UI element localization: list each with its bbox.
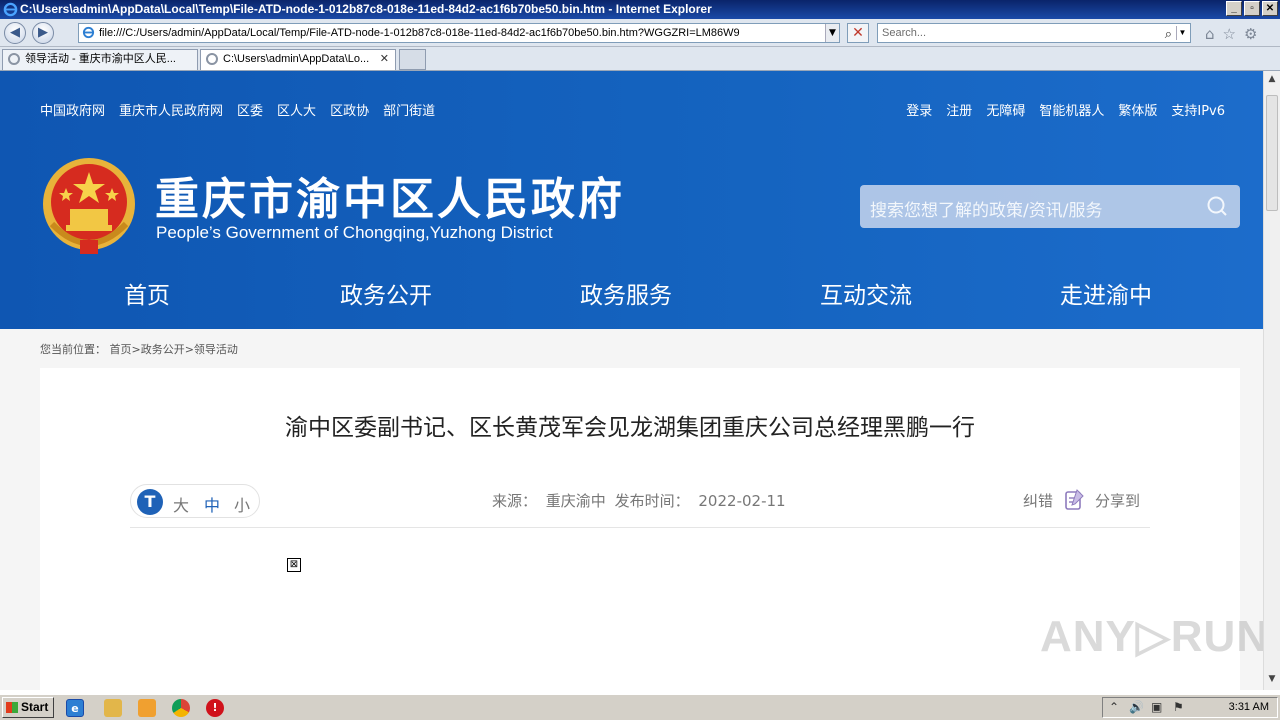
action-center-icon[interactable]: ⚑ [1173,698,1184,717]
font-small-button[interactable]: 小 [234,492,250,516]
source-label: 来源： [492,492,538,510]
stop-button[interactable]: ✕ [847,23,869,43]
breadcrumb: 您当前位置： 首页>政务公开>领导活动 [40,341,238,357]
nav-home[interactable]: 首页 [124,276,170,310]
network-icon[interactable]: ▣ [1151,698,1162,717]
nav-interaction[interactable]: 互动交流 [820,276,912,310]
windows-flag-icon [6,702,18,713]
nav-gov-services[interactable]: 政务服务 [580,276,672,310]
source-value: 重庆渝中 [545,492,606,510]
ie-logo-icon [3,2,18,17]
minimize-button[interactable]: _ [1226,1,1242,16]
accessibility-link[interactable]: 无障碍 [986,100,1025,119]
ipv6-link[interactable]: 支持IPv6 [1171,100,1225,119]
forward-button[interactable]: ▶ [32,22,54,44]
national-emblem-logo [43,158,135,254]
tab-label: 领导活动 - 重庆市渝中区人民... [25,53,176,65]
main-nav: 首页 政务公开 政务服务 互动交流 走进渝中 [0,276,1263,326]
loading-icon [8,53,20,65]
article-meta: 来源： 重庆渝中 发布时间： 2022-02-11 [492,490,790,511]
font-medium-button[interactable]: 中 [204,492,220,516]
address-input[interactable]: file:///C:/Users/admin/AppData/Local/Tem… [78,23,840,43]
scroll-down-icon[interactable]: ▼ [1264,671,1280,688]
robot-link[interactable]: 智能机器人 [1039,100,1104,119]
share-link[interactable]: 分享到 [1095,490,1140,511]
ie-taskbar-icon[interactable]: e [66,699,84,717]
home-icon[interactable]: ⌂ [1205,25,1215,43]
link-district-npc[interactable]: 区人大 [277,100,316,119]
clock[interactable]: 3:31 AM [1229,698,1269,717]
window-titlebar: C:\Users\admin\AppData\Local\Temp\File-A… [0,0,1280,19]
search-icon[interactable]: ⌕ [1165,25,1172,43]
tab-label: C:\Users\admin\AppData\Lo... [223,53,370,65]
alert-taskbar-icon[interactable]: ! [206,699,224,717]
broken-image-icon: ⊠ [287,558,301,572]
article-tools: 纠错 分享到 [1023,488,1140,512]
address-dropdown-button[interactable]: ▼ [825,24,839,42]
register-link[interactable]: 注册 [946,100,972,119]
search-dropdown-button[interactable]: ▼ [1176,26,1188,40]
new-tab-button[interactable] [399,49,426,70]
article-title: 渝中区委副书记、区长黄茂军会见龙湖集团重庆公司总经理黑鹏一行 [285,415,975,441]
scroll-up-icon[interactable]: ▲ [1264,71,1280,88]
start-button[interactable]: Start [2,697,54,718]
address-url: file:///C:/Users/admin/AppData/Local/Tem… [99,27,740,39]
top-links-right: 登录 注册 无障碍 智能机器人 繁体版 支持IPv6 [906,100,1225,119]
nav-gov-affairs[interactable]: 政务公开 [340,276,432,310]
traditional-link[interactable]: 繁体版 [1118,100,1157,119]
tools-icon[interactable]: ⚙ [1244,25,1257,43]
window-title: C:\Users\admin\AppData\Local\Temp\File-A… [20,2,712,16]
system-tray: ⌃ 🔊 ▣ ⚑ 3:31 AM [1102,697,1278,718]
link-district-committee[interactable]: 区委 [237,100,263,119]
browser-search-placeholder: Search... [882,27,927,39]
link-district-cppcc[interactable]: 区政协 [330,100,369,119]
tab-bar: 领导活动 - 重庆市渝中区人民... C:\Users\admin\AppDat… [0,47,1280,71]
top-links-left: 中国政府网 重庆市人民政府网 区委 区人大 区政协 部门街道 [40,100,435,119]
page-viewport: 中国政府网 重庆市人民政府网 区委 区人大 区政协 部门街道 登录 注册 无障碍… [0,71,1263,690]
scroll-thumb[interactable] [1266,95,1278,211]
explorer-taskbar-icon[interactable] [104,699,122,717]
correction-link[interactable]: 纠错 [1023,490,1053,511]
font-size-switcher: T 大 中 小 [130,484,260,518]
site-subtitle: People’s Government of Chongqing,Yuzhong… [156,223,553,242]
font-large-button[interactable]: 大 [173,492,189,516]
start-label: Start [21,700,49,714]
breadcrumb-path[interactable]: 首页>政务公开>领导活动 [110,343,238,356]
site-header: 中国政府网 重庆市人民政府网 区委 区人大 区政协 部门街道 登录 注册 无障碍… [0,71,1263,329]
nav-about-yuzhong[interactable]: 走进渝中 [1060,276,1152,310]
tab-local-file[interactable]: C:\Users\admin\AppData\Lo... ✕ [200,49,396,70]
site-search-input[interactable]: 搜索您想了解的政策/资讯/服务 [860,185,1240,228]
close-button[interactable]: ✕ [1262,1,1278,16]
back-button[interactable]: ◀ [4,22,26,44]
font-size-icon: T [137,489,163,515]
tab-leader-activities[interactable]: 领导活动 - 重庆市渝中区人民... [2,49,198,70]
link-departments[interactable]: 部门街道 [383,100,435,119]
article-toolbar: T 大 中 小 来源： 重庆渝中 发布时间： 2022-02-11 纠错 分享到 [130,480,1150,528]
taskbar: Start e ! ⌃ 🔊 ▣ ⚑ 3:31 AM [0,694,1280,720]
vertical-scrollbar[interactable]: ▲ ▼ [1263,71,1280,690]
breadcrumb-prefix: 您当前位置： [40,343,106,356]
login-link[interactable]: 登录 [906,100,932,119]
address-toolbar: ◀ ▶ file:///C:/Users/admin/AppData/Local… [0,19,1280,47]
anyrun-watermark: ANY▷RUN [1040,612,1263,661]
time-label: 发布时间： [614,492,690,510]
page-icon [82,26,95,39]
site-title: 重庆市渝中区人民政府 [155,174,625,225]
search-icon[interactable] [1206,195,1228,217]
share-icon[interactable] [1063,488,1085,512]
link-chongqing-gov[interactable]: 重庆市人民政府网 [119,100,223,119]
volume-icon[interactable]: 🔊 [1129,698,1144,717]
link-china-gov[interactable]: 中国政府网 [40,100,105,119]
publish-date: 2022-02-11 [698,492,786,510]
site-search-placeholder: 搜索您想了解的政策/资讯/服务 [870,201,1103,221]
chrome-taskbar-icon[interactable] [172,699,190,717]
media-player-taskbar-icon[interactable] [138,699,156,717]
tray-expand-icon[interactable]: ⌃ [1109,698,1119,717]
tab-close-icon[interactable]: ✕ [380,50,389,69]
loading-icon [206,53,218,65]
maximize-button[interactable]: ▫ [1244,1,1260,16]
browser-search-input[interactable]: Search... ⌕ ▼ [877,23,1191,43]
favorites-icon[interactable]: ☆ [1223,25,1236,43]
